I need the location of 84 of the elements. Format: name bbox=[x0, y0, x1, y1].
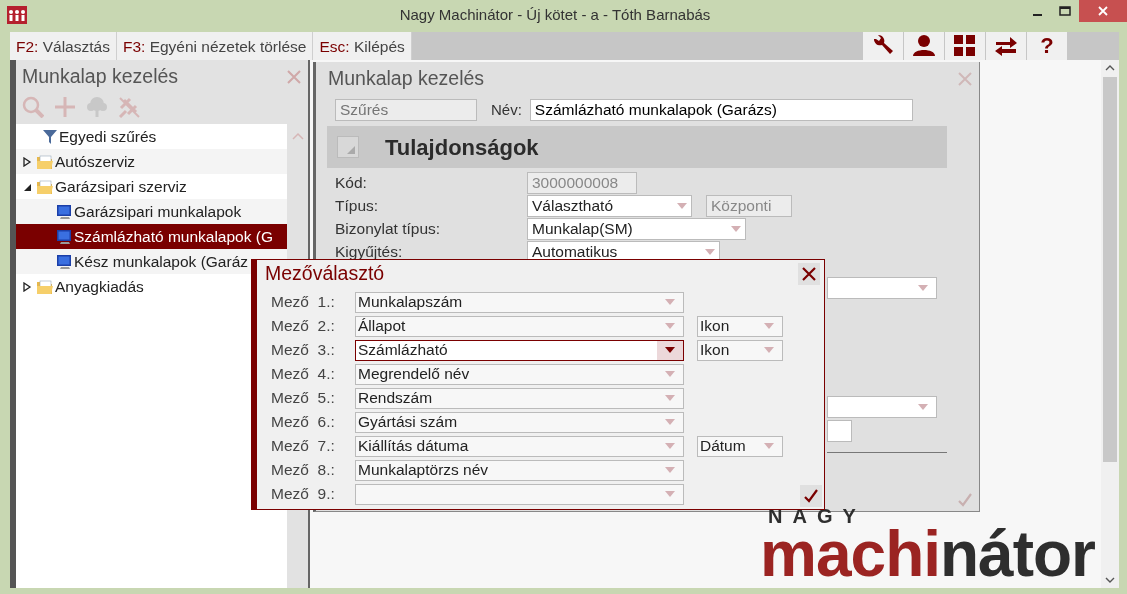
window-title: Nagy Machinátor - Új kötet - a - Tóth Barnabás bbox=[399, 4, 711, 25]
dropdown[interactable]: Számlázható bbox=[355, 339, 684, 361]
maximize-icon bbox=[1059, 6, 1071, 16]
folder-icon bbox=[36, 278, 54, 295]
dropdown[interactable]: Munkalap(SM) bbox=[527, 217, 746, 240]
dropdown-caret-icon[interactable] bbox=[665, 347, 675, 353]
filter-icon bbox=[42, 128, 58, 145]
filter-field[interactable]: Szűrés bbox=[335, 99, 477, 121]
field-label: Mező 7.: bbox=[271, 436, 336, 457]
panel-title: Munkalap kezelés bbox=[328, 65, 485, 91]
dropdown[interactable]: Megrendelő név bbox=[355, 363, 684, 385]
dropdown[interactable] bbox=[827, 277, 937, 299]
readonly-field: Központi bbox=[706, 194, 792, 217]
code-field: 3000000008 bbox=[527, 171, 637, 194]
grid-button[interactable] bbox=[945, 32, 985, 60]
dropdown[interactable]: Munkalapszám bbox=[355, 291, 684, 313]
field-label: Mező 5.: bbox=[271, 388, 336, 409]
swap-arrows-icon bbox=[994, 34, 1018, 58]
dropdown[interactable] bbox=[827, 396, 937, 418]
minimize-icon bbox=[1032, 14, 1042, 16]
swap-button[interactable] bbox=[986, 32, 1026, 60]
checkmark-icon bbox=[803, 489, 819, 503]
monitor-icon bbox=[56, 253, 73, 270]
field-label: Mező 4.: bbox=[271, 364, 336, 385]
grid-icon bbox=[953, 34, 977, 58]
panel-title: Munkalap kezelés bbox=[22, 63, 179, 89]
shortcut-button[interactable]: F2: Választás bbox=[10, 32, 117, 60]
dropdown[interactable]: Állapot bbox=[355, 315, 684, 337]
dropdown[interactable]: Dátum bbox=[697, 435, 783, 457]
field-label: Mező 2.: bbox=[271, 316, 336, 337]
monitor-icon bbox=[56, 203, 73, 220]
user-button[interactable] bbox=[904, 32, 944, 60]
field-label: Bizonylat típus: bbox=[335, 218, 442, 239]
field-label: Mező 6.: bbox=[271, 412, 336, 433]
dropdown[interactable]: Gyártási szám bbox=[355, 411, 684, 433]
help-button[interactable]: ? bbox=[1027, 32, 1067, 60]
field-label: Típus: bbox=[335, 195, 380, 216]
name-field[interactable]: Számlázható munkalapok (Garázs) bbox=[529, 99, 913, 121]
confirm-button[interactable] bbox=[800, 485, 822, 507]
close-icon bbox=[1098, 6, 1108, 16]
checkmark-icon[interactable] bbox=[957, 493, 973, 507]
dropdown[interactable]: Rendszám bbox=[355, 387, 684, 409]
field-label: Mező 1.: bbox=[271, 292, 336, 313]
scrollbar[interactable] bbox=[1101, 60, 1119, 588]
field-label: Kód: bbox=[335, 172, 368, 193]
tree-item[interactable]: Számlázható munkalapok (G bbox=[16, 224, 287, 249]
scroll-down-icon[interactable] bbox=[1105, 577, 1115, 584]
name-label: Név: bbox=[491, 99, 522, 120]
triangle-icon bbox=[347, 146, 355, 154]
dropdown[interactable]: Választható bbox=[527, 194, 692, 217]
tree-item[interactable]: Egyedi szűrés bbox=[59, 124, 157, 149]
folder-icon bbox=[36, 153, 54, 170]
logo-text: machinátor bbox=[760, 526, 1095, 584]
close-icon[interactable] bbox=[286, 68, 302, 85]
close-icon[interactable] bbox=[957, 70, 973, 87]
app-icon bbox=[7, 6, 27, 24]
dropdown[interactable]: Ikon bbox=[697, 315, 783, 337]
expand-arrow-icon[interactable] bbox=[22, 281, 32, 292]
dropdown[interactable]: Kiállítás dátuma bbox=[355, 435, 684, 457]
monitor-icon bbox=[56, 228, 73, 245]
close-button[interactable] bbox=[1079, 0, 1127, 22]
dropdown[interactable]: Ikon bbox=[697, 339, 783, 361]
scroll-up-icon[interactable] bbox=[1105, 64, 1115, 71]
folder-icon bbox=[36, 178, 54, 195]
section-title: Tulajdonságok bbox=[385, 133, 539, 162]
collapse-button[interactable] bbox=[337, 136, 359, 158]
expand-arrow-icon[interactable] bbox=[22, 156, 32, 167]
field-label: Mező 3.: bbox=[271, 340, 336, 361]
field-label: Mező 8.: bbox=[271, 460, 336, 481]
dropdown[interactable] bbox=[355, 483, 684, 505]
close-button[interactable] bbox=[798, 263, 820, 285]
dropdown[interactable]: Munkalaptörzs név bbox=[355, 459, 684, 481]
shortcut-button[interactable]: Esc: Kilépés bbox=[313, 32, 412, 60]
user-icon bbox=[912, 34, 936, 58]
field-label: Mező 9.: bbox=[271, 484, 336, 505]
shortcut-button[interactable]: F3: Egyéni nézetek törlése bbox=[116, 32, 314, 60]
field-label: Kigyűjtés: bbox=[335, 241, 404, 262]
tree-item[interactable]: Garázsipari szerviz bbox=[55, 174, 187, 199]
wrench-button[interactable] bbox=[863, 32, 903, 60]
dropdown[interactable] bbox=[827, 420, 852, 442]
logo-text: NAGY bbox=[768, 506, 867, 527]
tree-item[interactable]: Anyagkiadás bbox=[55, 274, 144, 299]
close-icon bbox=[801, 266, 817, 282]
dialog-title: Mezőválasztó bbox=[265, 261, 385, 287]
